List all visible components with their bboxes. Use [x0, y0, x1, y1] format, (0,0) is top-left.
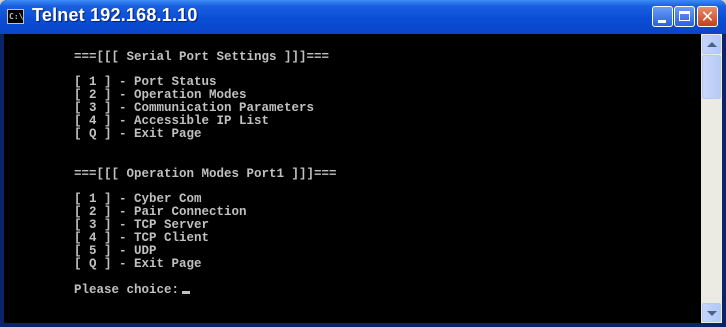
- arrow-up-icon: [707, 42, 717, 47]
- vertical-scrollbar[interactable]: [701, 34, 722, 323]
- maximize-button[interactable]: [674, 6, 695, 27]
- menu-item-exit-page: [ Q ] - Exit Page: [74, 127, 202, 141]
- minimize-icon: [658, 20, 666, 23]
- console-output[interactable]: ===[[[ Serial Port Settings ]]]=== [ 1 ]…: [4, 34, 701, 323]
- menu-title-operation-modes-port1: ===[[[ Operation Modes Port1 ]]]===: [74, 167, 337, 181]
- scroll-thumb[interactable]: [702, 55, 721, 99]
- mode-item-exit-page: [ Q ] - Exit Page: [74, 257, 202, 271]
- scroll-down-button[interactable]: [702, 303, 721, 322]
- telnet-window: C:\ Telnet 192.168.1.10 ✕ ===[[[ Serial …: [0, 0, 726, 327]
- console-frame: ===[[[ Serial Port Settings ]]]=== [ 1 ]…: [4, 34, 722, 323]
- minimize-button[interactable]: [652, 6, 673, 27]
- close-icon: ✕: [700, 7, 715, 26]
- scroll-up-button[interactable]: [702, 35, 721, 54]
- maximize-icon: [679, 11, 690, 21]
- console-icon[interactable]: C:\: [7, 9, 24, 24]
- prompt-text: Please choice:: [74, 283, 180, 297]
- title-bar[interactable]: C:\ Telnet 192.168.1.10 ✕: [0, 0, 726, 34]
- text-cursor: [182, 291, 191, 294]
- command-prompt-line[interactable]: Please choice:: [74, 283, 191, 297]
- menu-title-serial-settings: ===[[[ Serial Port Settings ]]]===: [74, 50, 330, 64]
- window-title: Telnet 192.168.1.10: [32, 5, 198, 25]
- close-button[interactable]: ✕: [697, 6, 718, 27]
- arrow-down-icon: [707, 311, 717, 316]
